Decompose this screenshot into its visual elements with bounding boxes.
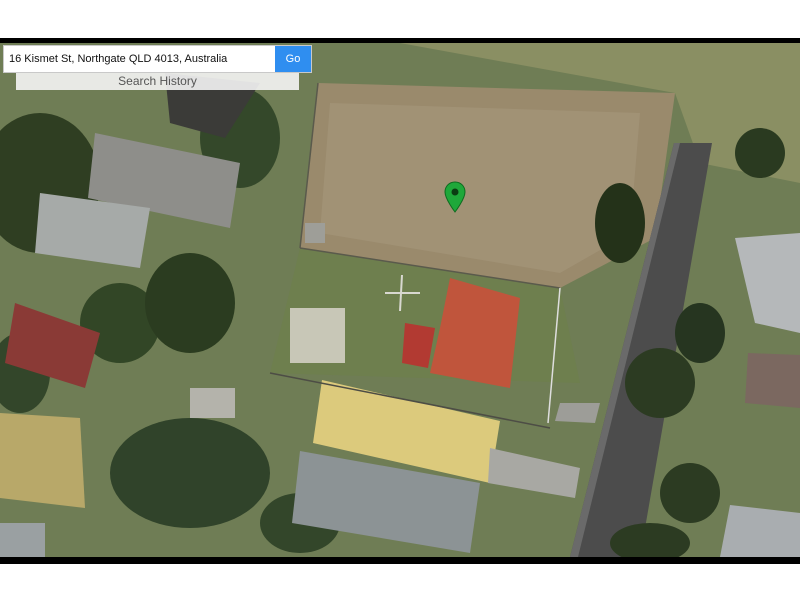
satellite-map[interactable] — [0, 43, 800, 557]
map-pin-icon[interactable] — [444, 181, 466, 213]
satellite-imagery — [0, 43, 800, 557]
search-history-link[interactable]: Search History — [16, 73, 299, 90]
address-search-bar: Go — [3, 45, 312, 73]
go-button[interactable]: Go — [275, 46, 311, 72]
address-search-input[interactable] — [4, 46, 276, 72]
